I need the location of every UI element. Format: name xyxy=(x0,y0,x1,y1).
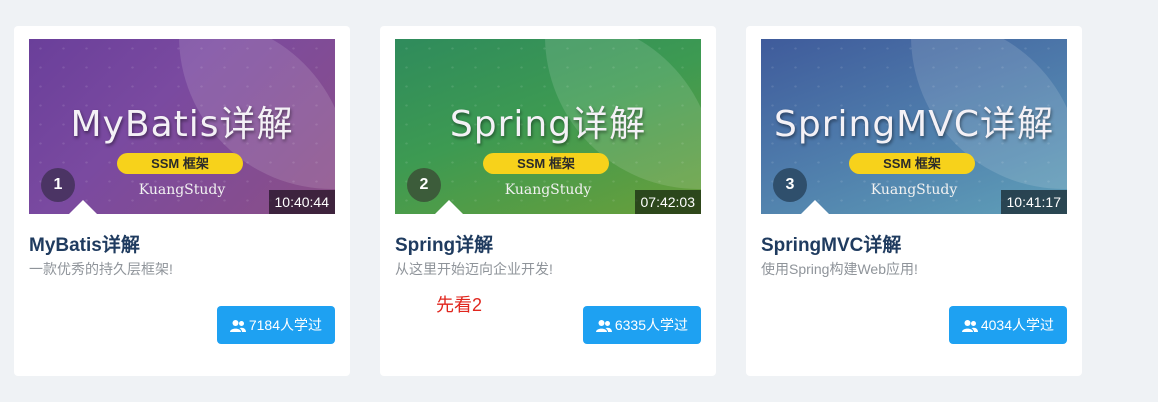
thumbnail-notch xyxy=(435,200,463,214)
course-thumbnail[interactable]: SpringMVC详解 SSM 框架 KuangStudy 3 10:41:17 xyxy=(761,39,1067,214)
users-icon xyxy=(961,320,978,333)
annotation-note: 先看2 xyxy=(436,295,483,315)
users-icon xyxy=(229,320,246,333)
course-description: 使用Spring构建Web应用! xyxy=(761,261,918,277)
learners-count: 6335人学过 xyxy=(614,317,688,333)
thumbnail-tag: SSM 框架 xyxy=(849,153,975,174)
learners-count: 7184人学过 xyxy=(248,317,322,333)
course-card-spring[interactable]: Spring详解 SSM 框架 KuangStudy 2 07:42:03 Sp… xyxy=(380,26,716,376)
course-title[interactable]: MyBatis详解 xyxy=(29,230,140,257)
thumbnail-tag: SSM 框架 xyxy=(483,153,609,174)
course-thumbnail[interactable]: Spring详解 SSM 框架 KuangStudy 2 07:42:03 xyxy=(395,39,701,214)
course-description: 一款优秀的持久层框架! xyxy=(29,261,173,277)
learners-button[interactable]: 7184人学过 xyxy=(216,306,335,344)
duration-badge: 07:42:03 xyxy=(634,190,701,214)
thumbnail-notch xyxy=(801,200,829,214)
course-title[interactable]: Spring详解 xyxy=(395,230,493,257)
thumbnail-tag: SSM 框架 xyxy=(117,153,243,174)
learners-button[interactable]: 6335人学过 xyxy=(582,306,701,344)
course-number-badge: 3 xyxy=(773,168,807,202)
thumbnail-title: SpringMVC详解 xyxy=(774,104,1054,145)
learners-count: 4034人学过 xyxy=(980,317,1054,333)
course-card-mybatis[interactable]: MyBatis详解 SSM 框架 KuangStudy 1 10:40:44 M… xyxy=(14,26,350,376)
course-card-springmvc[interactable]: SpringMVC详解 SSM 框架 KuangStudy 3 10:41:17… xyxy=(746,26,1082,376)
course-thumbnail[interactable]: MyBatis详解 SSM 框架 KuangStudy 1 10:40:44 xyxy=(29,39,335,214)
course-title[interactable]: SpringMVC详解 xyxy=(761,230,901,257)
users-icon xyxy=(595,320,612,333)
learners-button[interactable]: 4034人学过 xyxy=(948,306,1067,344)
duration-badge: 10:41:17 xyxy=(1000,190,1067,214)
course-number-badge: 1 xyxy=(41,168,75,202)
thumbnail-title: Spring详解 xyxy=(449,104,647,145)
course-number-badge: 2 xyxy=(407,168,441,202)
course-description: 从这里开始迈向企业开发! xyxy=(395,261,553,277)
thumbnail-title: MyBatis详解 xyxy=(70,104,294,145)
thumbnail-notch xyxy=(69,200,97,214)
duration-badge: 10:40:44 xyxy=(268,190,335,214)
